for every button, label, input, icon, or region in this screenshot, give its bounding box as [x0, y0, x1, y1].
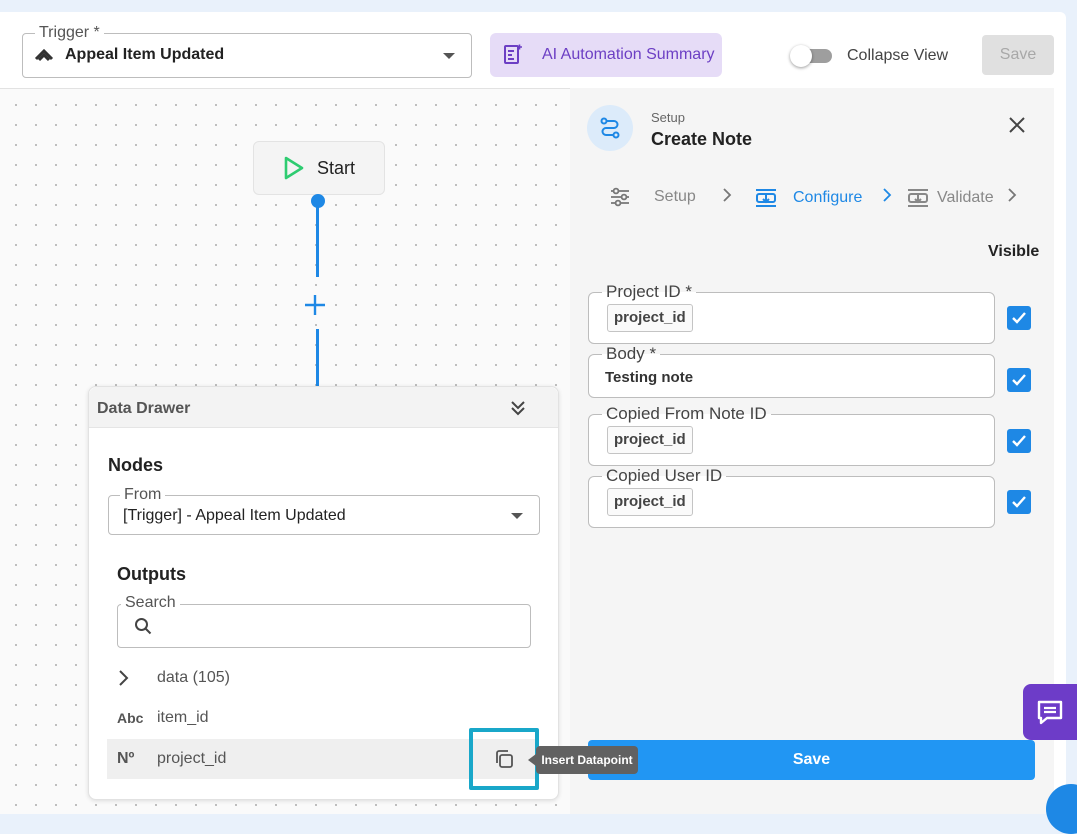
- toggle-knob: [790, 45, 812, 67]
- field-label: Copied User ID: [602, 466, 727, 486]
- body-visible-checkbox[interactable]: [1007, 368, 1031, 392]
- number-type-icon: Nº: [117, 750, 135, 767]
- check-icon: [1012, 435, 1026, 447]
- step-configure[interactable]: Configure: [753, 185, 862, 211]
- step-setup[interactable]: Setup: [608, 185, 696, 209]
- trigger-select[interactable]: Trigger * Appeal Item Updated: [22, 23, 472, 78]
- ai-summary-label: AI Automation Summary: [542, 46, 715, 63]
- check-icon: [1012, 312, 1026, 324]
- from-select[interactable]: From [Trigger] - Appeal Item Updated: [108, 485, 540, 535]
- step-label: Configure: [793, 189, 863, 206]
- search-icon: [135, 618, 152, 635]
- add-step-icon[interactable]: [302, 292, 328, 318]
- route-icon: [587, 105, 633, 151]
- project-id-visible-checkbox[interactable]: [1007, 306, 1031, 330]
- text-type-icon: Abc: [117, 710, 144, 726]
- data-drawer-header[interactable]: Data Drawer: [89, 387, 558, 428]
- datapoint-chip[interactable]: project_id: [607, 488, 693, 516]
- tooltip-arrow: [528, 754, 536, 766]
- field-label: Project ID *: [602, 282, 696, 302]
- chevron-right-icon: [723, 188, 732, 202]
- panel-subtitle: Setup: [651, 110, 685, 125]
- chevron-right-icon: [883, 188, 892, 202]
- trigger-legend: Trigger *: [35, 23, 104, 43]
- step-validate[interactable]: Validate: [905, 185, 994, 211]
- header-save-button[interactable]: Save: [982, 35, 1054, 75]
- node-config-panel: Setup Create Note Setup Configure Valida…: [570, 88, 1054, 814]
- output-row-data[interactable]: data (105): [107, 658, 537, 698]
- output-label: data (105): [157, 669, 230, 686]
- sliders-icon: [611, 187, 629, 207]
- outputs-title: Outputs: [117, 564, 186, 584]
- check-icon: [1012, 496, 1026, 508]
- configure-icon: [756, 189, 776, 207]
- nodes-title: Nodes: [108, 455, 164, 475]
- field-label: Body *: [602, 344, 661, 364]
- play-icon: [284, 156, 304, 180]
- insert-datapoint-tooltip: Insert Datapoint: [536, 746, 638, 774]
- validate-icon: [908, 189, 928, 207]
- close-icon[interactable]: [1007, 115, 1027, 135]
- start-connector-dot[interactable]: [311, 194, 325, 208]
- copy-icon[interactable]: [493, 748, 515, 770]
- app-window: Trigger * Appeal Item Updated AI Automat…: [0, 12, 1066, 814]
- ai-automation-summary-button[interactable]: AI Automation Summary: [490, 33, 722, 77]
- datapoint-chip[interactable]: project_id: [607, 426, 693, 454]
- copied-user-id-visible-checkbox[interactable]: [1007, 490, 1031, 514]
- chevron-down-icon[interactable]: [511, 513, 523, 519]
- chevron-down-icon[interactable]: [443, 53, 455, 59]
- start-node[interactable]: Start: [253, 141, 385, 195]
- copied-from-note-id-field[interactable]: Copied From Note ID project_id: [588, 404, 995, 466]
- search-legend: Search: [121, 593, 180, 613]
- data-drawer-title: Data Drawer: [97, 400, 191, 417]
- chat-button[interactable]: [1023, 684, 1077, 740]
- from-value: [Trigger] - Appeal Item Updated: [123, 507, 346, 524]
- double-chevron-up-icon: [34, 48, 54, 62]
- copied-from-note-id-visible-checkbox[interactable]: [1007, 429, 1031, 453]
- trigger-value: Appeal Item Updated: [65, 46, 225, 63]
- ai-summary-icon: [504, 44, 522, 64]
- chevron-right-icon: [1008, 188, 1017, 202]
- check-icon: [1012, 374, 1026, 386]
- chevron-right-icon[interactable]: [107, 669, 157, 687]
- outputs-search-input[interactable]: Search: [117, 593, 531, 648]
- datapoint-chip[interactable]: project_id: [607, 304, 693, 332]
- output-label: project_id: [157, 750, 227, 767]
- from-legend: From: [120, 485, 166, 505]
- body-field[interactable]: Body * Testing note: [588, 344, 995, 398]
- body-value: Testing note: [605, 369, 694, 386]
- field-label: Copied From Note ID: [602, 404, 771, 424]
- edge-line: [316, 329, 319, 389]
- panel-title: Create Note: [651, 129, 753, 149]
- output-label: item_id: [157, 709, 209, 726]
- double-chevron-down-icon[interactable]: [510, 399, 526, 417]
- panel-save-button[interactable]: Save: [588, 740, 1035, 780]
- step-label: Setup: [654, 188, 696, 205]
- collapse-view-label: Collapse View: [847, 47, 949, 64]
- collapse-view-toggle[interactable]: [790, 45, 834, 67]
- visible-column-label: Visible: [988, 243, 1040, 260]
- chat-icon: [1037, 700, 1063, 725]
- copied-user-id-field[interactable]: Copied User ID project_id: [588, 466, 995, 528]
- step-label: Validate: [937, 189, 994, 206]
- edge-line: [316, 207, 319, 277]
- project-id-field[interactable]: Project ID * project_id: [588, 282, 995, 344]
- start-label: Start: [316, 157, 355, 178]
